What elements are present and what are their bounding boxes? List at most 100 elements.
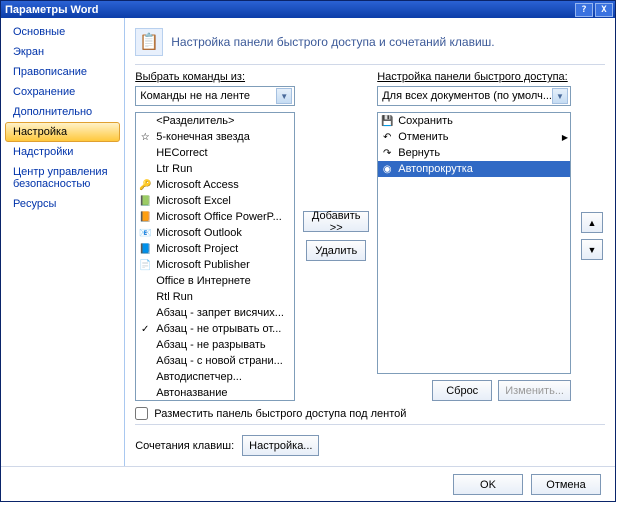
list-item[interactable]: ◉Автопрокрутка <box>378 161 570 177</box>
close-button[interactable]: X <box>595 3 613 17</box>
list-item[interactable]: <Разделитель> <box>136 113 294 129</box>
titlebar: Параметры Word ? X <box>1 1 615 18</box>
customize-icon: 📋 <box>135 28 163 56</box>
checkbox-label: Разместить панель быстрого доступа под л… <box>154 408 406 420</box>
ok-button[interactable]: OK <box>453 474 523 495</box>
item-icon <box>138 274 152 288</box>
item-label: HECorrect <box>156 147 207 159</box>
separator <box>135 424 605 425</box>
list-item[interactable]: 📗 Microsoft Excel <box>136 193 294 209</box>
item-label: Абзац - с новой страни... <box>156 355 283 367</box>
list-item[interactable]: ☆5-конечная звезда <box>136 129 294 145</box>
list-item[interactable]: Абзац - запрет висячих... <box>136 305 294 321</box>
move-down-button[interactable]: ▼ <box>581 239 603 260</box>
checkbox-row: Разместить панель быстрого доступа под л… <box>135 401 605 424</box>
commands-listbox[interactable]: <Разделитель> ☆5-конечная звезда HECorrect… <box>135 112 295 401</box>
item-icon: 💾 <box>380 114 394 128</box>
item-icon: 📙 <box>138 210 152 224</box>
body: ОсновныеЭкранПравописаниеСохранениеДопол… <box>1 18 615 466</box>
item-icon: 📘 <box>138 242 152 256</box>
customize-qat-label: Настройка панели быстрого доступа: <box>377 71 571 83</box>
middle-column: Добавить >> Удалить <box>303 71 369 401</box>
sidebar-item[interactable]: Центр управления безопасностью <box>5 162 120 194</box>
sidebar-item[interactable]: Надстройки <box>5 142 120 162</box>
item-label: Вернуть <box>398 147 568 159</box>
item-label: Microsoft Project <box>156 243 238 255</box>
item-label: Отменить <box>398 131 558 143</box>
list-item[interactable]: Rtl Run <box>136 289 294 305</box>
item-icon: ◉ <box>380 162 394 176</box>
left-column: Выбрать команды из: Команды не на ленте … <box>135 71 295 401</box>
item-label: Автодиспетчер... <box>156 371 242 383</box>
list-item[interactable]: Ltr Run <box>136 161 294 177</box>
item-icon: ✓ <box>138 322 152 336</box>
list-item[interactable]: Автоназвание <box>136 385 294 401</box>
item-icon: 📧 <box>138 226 152 240</box>
customize-keyboard-button[interactable]: Настройка... <box>242 435 319 456</box>
updown-column: ▲ ▼ <box>579 71 605 401</box>
item-label: Абзац - запрет висячих... <box>156 307 284 319</box>
list-item[interactable]: 💾 Сохранить <box>378 113 570 129</box>
item-label: Microsoft Outlook <box>156 227 242 239</box>
item-icon: 🔑 <box>138 178 152 192</box>
item-icon: 📄 <box>138 258 152 272</box>
list-item[interactable]: ✓ Абзац - не отрывать от... <box>136 321 294 337</box>
list-item[interactable]: 📧 Microsoft Outlook <box>136 225 294 241</box>
add-button[interactable]: Добавить >> <box>303 211 369 232</box>
choose-commands-label: Выбрать команды из: <box>135 71 295 83</box>
list-item[interactable]: Office в Интернете <box>136 273 294 289</box>
list-item[interactable]: 🔑 Microsoft Access <box>136 177 294 193</box>
list-item[interactable]: ↷ Вернуть <box>378 145 570 161</box>
cancel-button[interactable]: Отмена <box>531 474 601 495</box>
item-icon: 📗 <box>138 194 152 208</box>
header-text: Настройка панели быстрого доступа и соче… <box>171 35 494 49</box>
item-icon: ↷ <box>380 146 394 160</box>
chevron-down-icon: ▼ <box>552 88 568 104</box>
right-column: Настройка панели быстрого доступа: Для в… <box>377 71 571 401</box>
modify-button[interactable]: Изменить... <box>498 380 571 401</box>
item-icon <box>138 386 152 400</box>
footer: OK Отмена <box>1 466 615 502</box>
item-label: <Разделитель> <box>156 115 234 127</box>
choose-commands-select[interactable]: Команды не на ленте ▼ <box>135 86 295 106</box>
item-icon <box>138 370 152 384</box>
list-item[interactable]: 📘 Microsoft Project <box>136 241 294 257</box>
main-panel: 📋 Настройка панели быстрого доступа и со… <box>125 18 615 466</box>
sidebar-item[interactable]: Дополнительно <box>5 102 120 122</box>
separator <box>135 64 605 65</box>
help-button[interactable]: ? <box>575 3 593 17</box>
reset-row: Сброс Изменить... <box>377 380 571 401</box>
customize-qat-select[interactable]: Для всех документов (по умолч... ▼ <box>377 86 571 106</box>
list-item[interactable]: ↶Отменить▶ <box>378 129 570 145</box>
show-below-ribbon-checkbox[interactable] <box>135 407 148 420</box>
list-item[interactable]: HECorrect <box>136 145 294 161</box>
list-item[interactable]: Абзац - с новой страни... <box>136 353 294 369</box>
sidebar-item[interactable]: Основные <box>5 22 120 42</box>
item-icon <box>138 114 152 128</box>
item-label: Абзац - не отрывать от... <box>156 323 281 335</box>
sidebar-item[interactable]: Настройка <box>5 122 120 142</box>
move-up-button[interactable]: ▲ <box>581 212 603 233</box>
sidebar-item[interactable]: Сохранение <box>5 82 120 102</box>
list-item[interactable]: Абзац - не разрывать <box>136 337 294 353</box>
item-icon <box>138 162 152 176</box>
item-label: Сохранить <box>398 115 568 127</box>
qat-listbox[interactable]: 💾 Сохранить ↶Отменить▶↷ Вернуть ◉Автопрокрут… <box>377 112 571 374</box>
remove-button[interactable]: Удалить <box>306 240 366 261</box>
item-label: Microsoft Access <box>156 179 239 191</box>
item-label: Автоназвание <box>156 387 227 399</box>
list-item[interactable]: 📄 Microsoft Publisher <box>136 257 294 273</box>
item-icon <box>138 146 152 160</box>
header: 📋 Настройка панели быстрого доступа и со… <box>135 24 605 64</box>
keyboard-row: Сочетания клавиш: Настройка... <box>135 431 605 460</box>
list-item[interactable]: Автодиспетчер... <box>136 369 294 385</box>
list-item[interactable]: 📙Microsoft Office PowerP... <box>136 209 294 225</box>
item-label: Microsoft Excel <box>156 195 231 207</box>
dialog: Параметры Word ? X ОсновныеЭкранПравопис… <box>0 0 616 502</box>
reset-button[interactable]: Сброс <box>432 380 492 401</box>
sidebar-item[interactable]: Правописание <box>5 62 120 82</box>
sidebar-item[interactable]: Ресурсы <box>5 194 120 214</box>
item-icon <box>138 338 152 352</box>
sidebar-item[interactable]: Экран <box>5 42 120 62</box>
item-label: Microsoft Publisher <box>156 259 250 271</box>
